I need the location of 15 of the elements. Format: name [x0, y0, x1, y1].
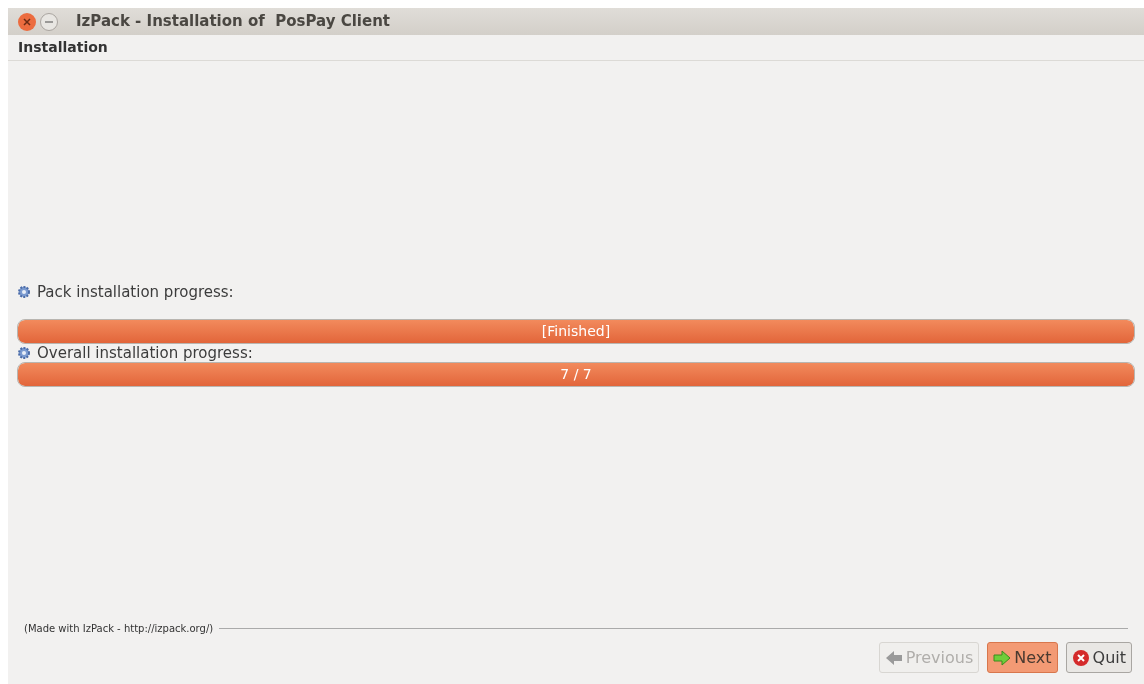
- progress-label: Overall installation progress:: [37, 342, 253, 364]
- progress-text: [Finished]: [540, 322, 612, 341]
- credit-text: (Made with IzPack - http://izpack.org/): [24, 622, 214, 636]
- arrow-right-icon: [993, 649, 1012, 666]
- quit-button[interactable]: Quit: [1065, 642, 1132, 673]
- close-icon[interactable]: [18, 12, 36, 31]
- window-title: IzPack - Installation of PosPay Client: [76, 11, 391, 33]
- gear-icon: [17, 285, 31, 299]
- gear-icon: [17, 346, 31, 360]
- progress-text: 7 / 7: [559, 365, 593, 384]
- panel-title: Installation: [18, 38, 108, 57]
- progress-label: Pack installation progress:: [37, 281, 234, 303]
- arrow-left-icon: [884, 649, 903, 666]
- next-button[interactable]: Next: [987, 642, 1058, 673]
- close-icon: [1071, 648, 1090, 667]
